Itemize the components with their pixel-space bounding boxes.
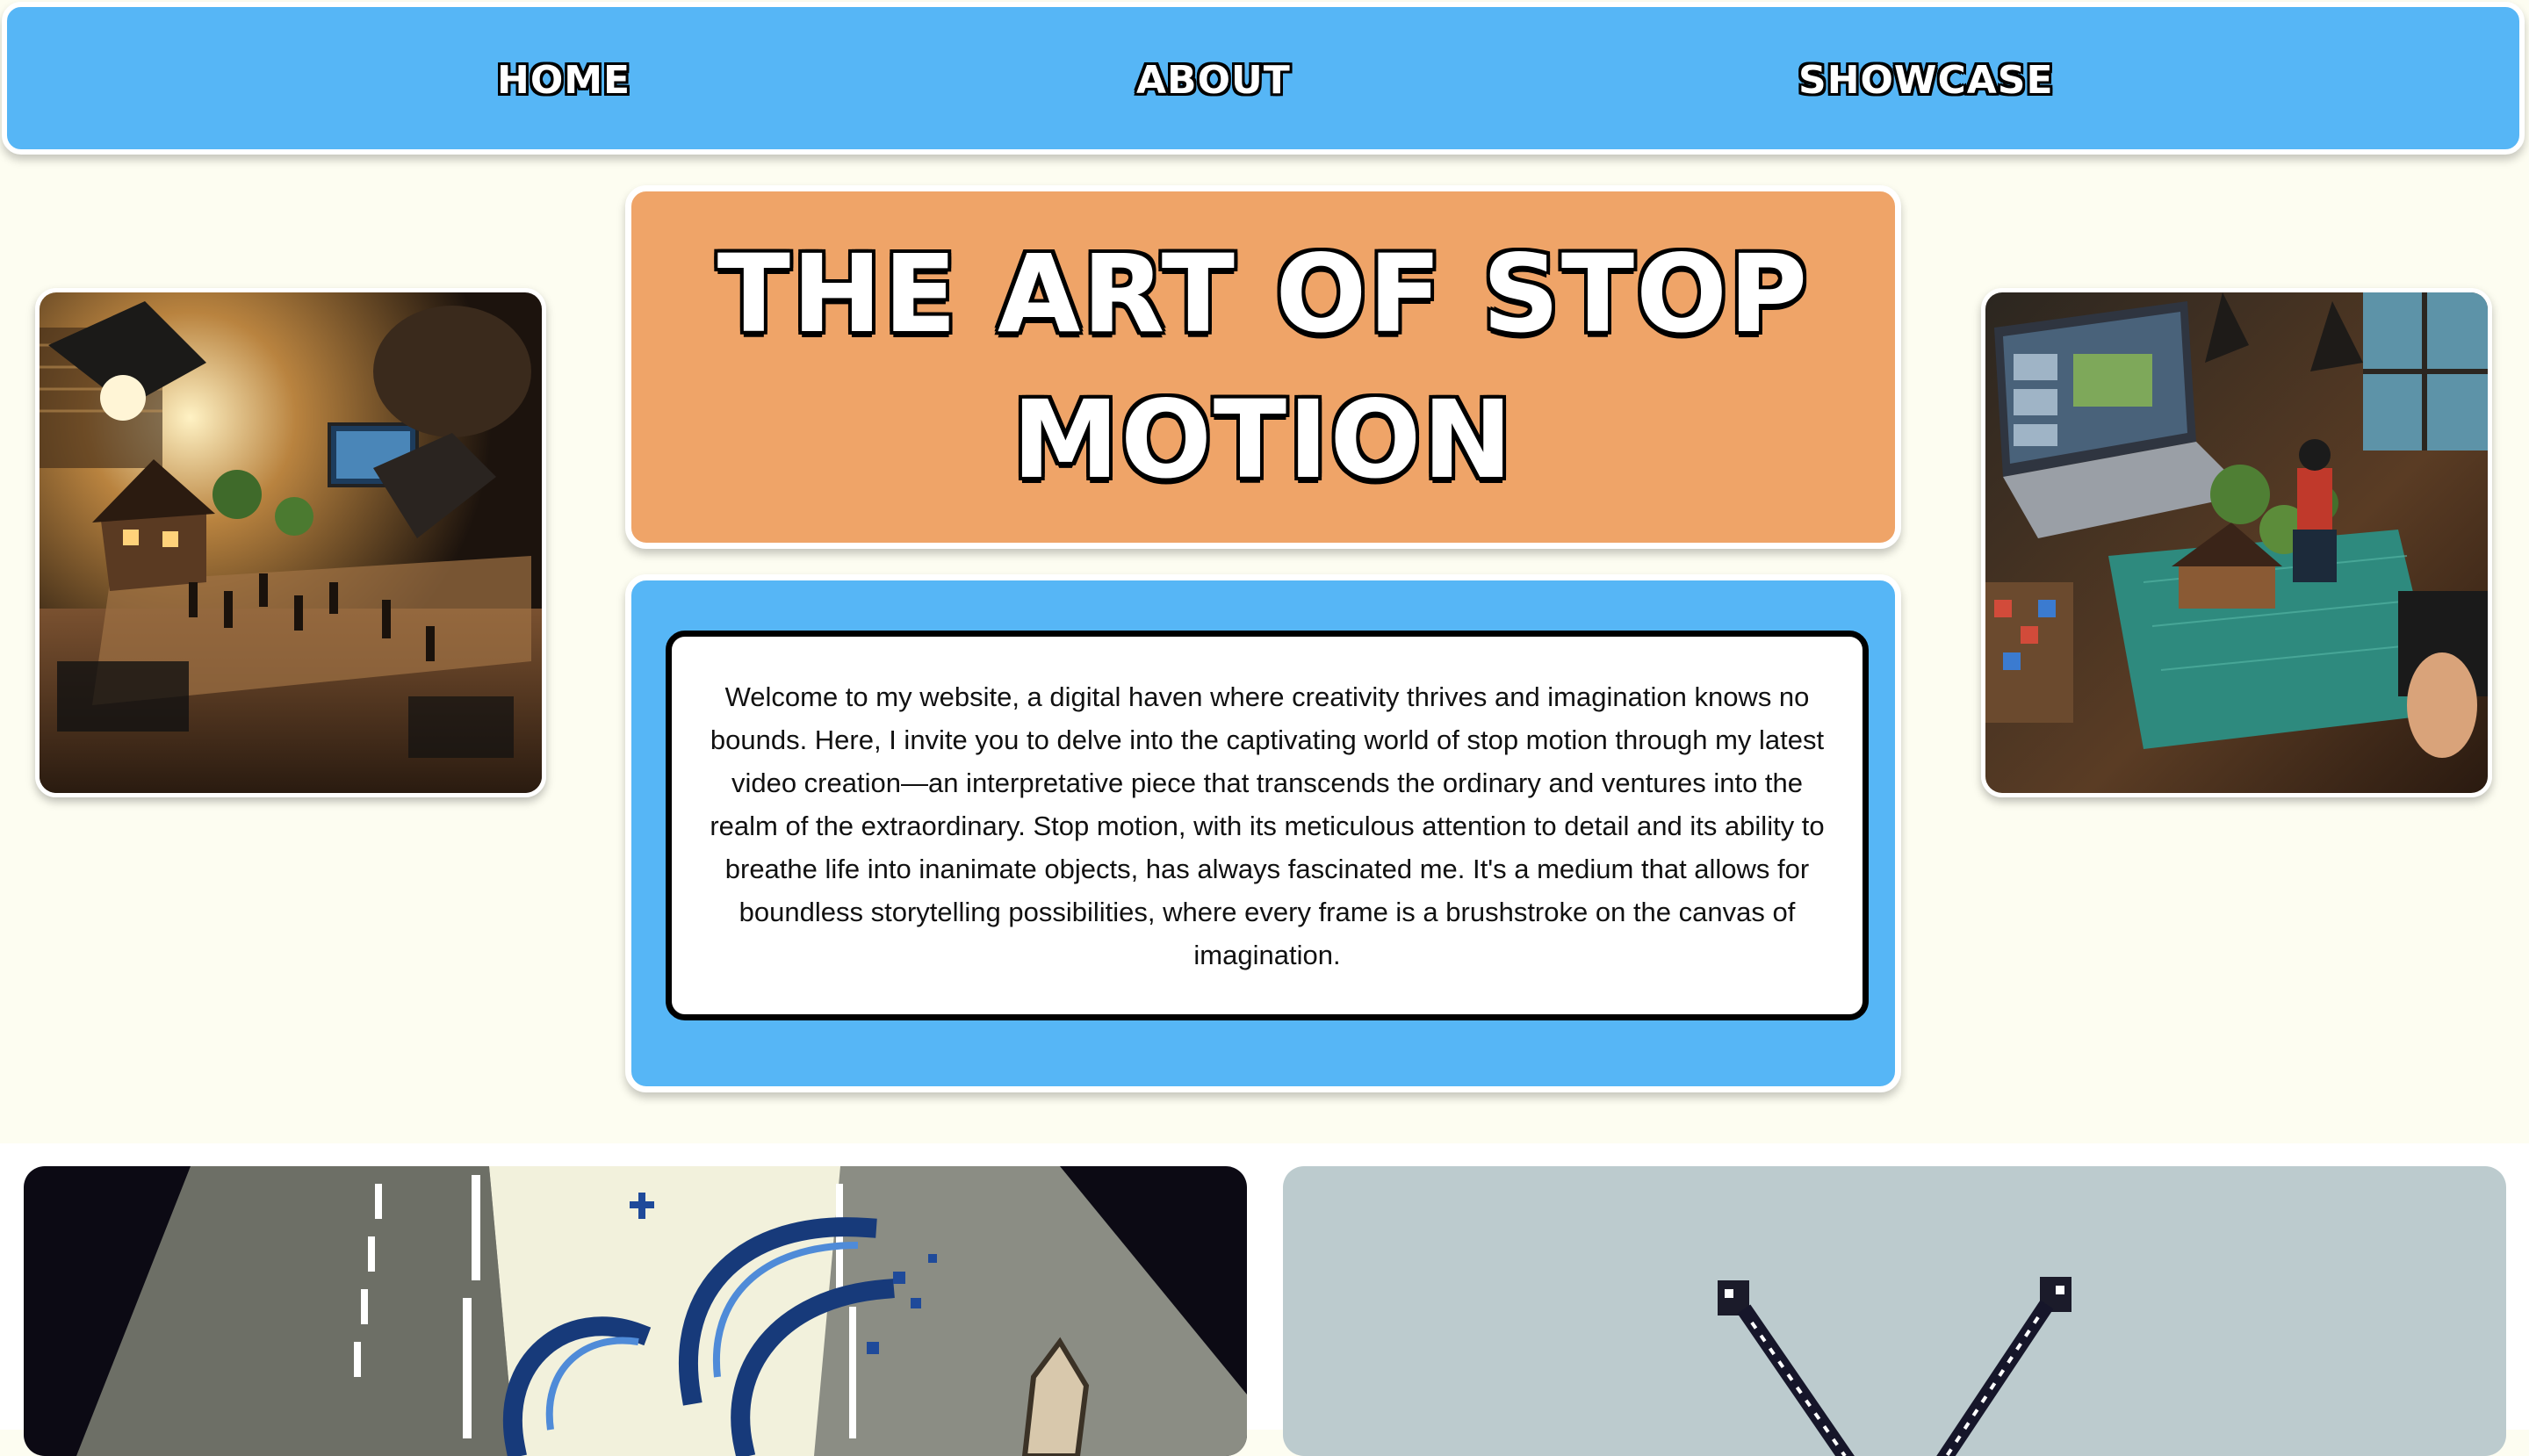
gallery-tile-wave[interactable]	[24, 1166, 1247, 1456]
desk-illustration	[1985, 292, 2488, 793]
nav-home-link[interactable]: HOME	[497, 58, 630, 103]
nav-showcase-link[interactable]: SHOWCASE	[1798, 58, 2054, 103]
stop-motion-desk-image	[1981, 288, 2492, 797]
intro-paragraph: Welcome to my website, a digital haven w…	[710, 681, 1825, 970]
pixel-tools-artwork	[1718, 1277, 2071, 1456]
stop-motion-studio-image	[35, 288, 546, 797]
nav-about-link[interactable]: ABOUT	[1136, 58, 1291, 103]
page-title: THE ART OF STOP MOTION	[717, 232, 1810, 502]
gallery-tile-tools[interactable]	[1283, 1166, 2506, 1456]
studio-illustration	[40, 292, 542, 793]
intro-card: Welcome to my website, a digital haven w…	[666, 631, 1869, 1020]
intro-section: Welcome to my website, a digital haven w…	[625, 574, 1901, 1092]
pixel-wave-artwork	[76, 1166, 1247, 1456]
top-navigation: HOME ABOUT SHOWCASE	[2, 2, 2525, 155]
page-title-banner: THE ART OF STOP MOTION	[625, 185, 1901, 549]
showcase-gallery	[0, 1143, 2529, 1456]
